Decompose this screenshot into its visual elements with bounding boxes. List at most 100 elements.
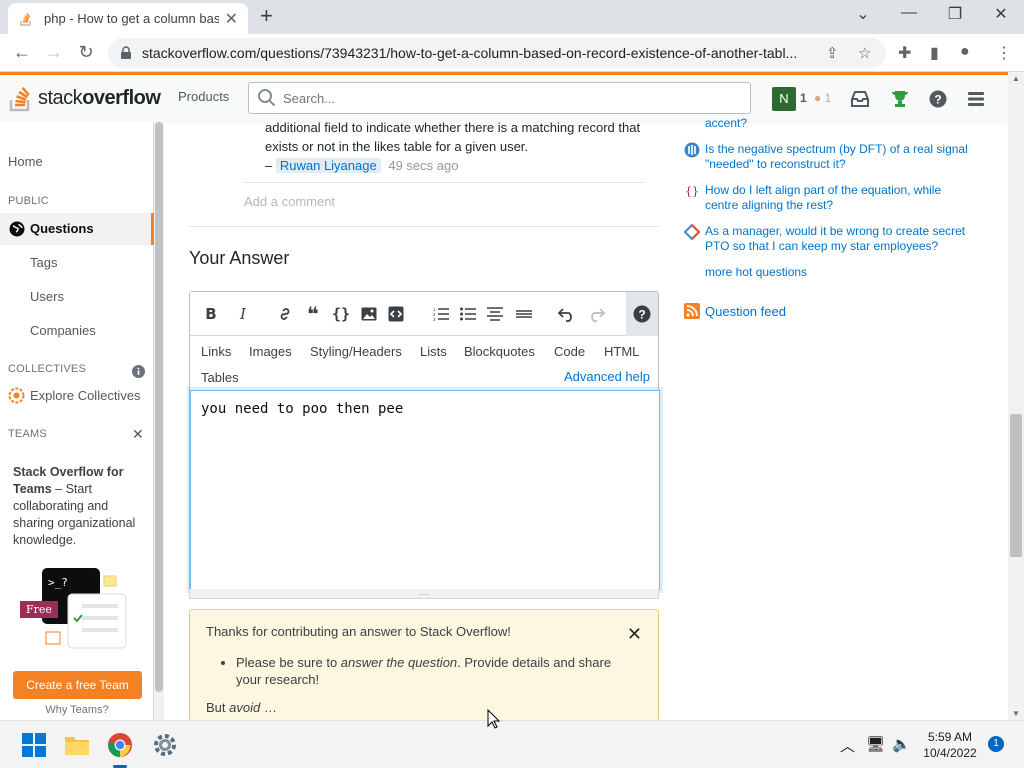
- browser-tab[interactable]: php - How to get a column base ✕: [8, 3, 248, 34]
- editor-toolbar: B I ❝ {} 123 ?: [190, 292, 658, 336]
- restore-icon[interactable]: ❐: [940, 4, 970, 24]
- page-scrollbar[interactable]: ▲ ▼: [1008, 72, 1024, 720]
- add-comment-link[interactable]: Add a comment: [244, 194, 335, 209]
- comment-user-link[interactable]: Ruwan Liyanage: [275, 158, 381, 173]
- question-mark-icon: ?: [633, 305, 651, 323]
- comment-timestamp[interactable]: 49 secs ago: [388, 158, 458, 173]
- nav-section-collectives: COLLECTIVES: [8, 363, 87, 375]
- tab-search-icon[interactable]: ⌄: [848, 4, 878, 24]
- user-avatar[interactable]: N: [772, 87, 796, 111]
- achievements-trophy-icon[interactable]: [888, 87, 912, 111]
- explore-collectives-label: Explore Collectives: [30, 388, 141, 403]
- extensions-puzzle-icon[interactable]: ✚: [898, 43, 911, 63]
- rss-icon: [684, 303, 700, 319]
- help-icon[interactable]: ?: [926, 87, 950, 111]
- hot-question-item[interactable]: {} How do I left align part of the equat…: [684, 183, 974, 213]
- reload-icon[interactable]: ↻: [74, 42, 98, 62]
- dismiss-teams-icon[interactable]: ✕: [132, 426, 144, 443]
- nav-questions[interactable]: Questions: [0, 213, 154, 245]
- window-close-icon[interactable]: ✕: [986, 4, 1016, 24]
- file-explorer-icon[interactable]: [63, 731, 91, 759]
- hot-question-item[interactable]: Is the negative spectrum (by DFT) of a r…: [684, 142, 974, 172]
- scroll-up-arrow-icon[interactable]: ▲: [1008, 74, 1024, 83]
- side-panel-icon[interactable]: ▮: [930, 43, 939, 63]
- nav-tags[interactable]: Tags: [30, 255, 57, 270]
- create-free-team-button[interactable]: Create a free Team: [13, 671, 142, 699]
- minimize-icon[interactable]: —: [894, 4, 924, 22]
- hot-question-link[interactable]: Is the negative spectrum (by DFT) of a r…: [705, 142, 974, 172]
- bulleted-list-icon[interactable]: [457, 304, 479, 324]
- page-scroll-thumb[interactable]: [1010, 414, 1022, 557]
- nav-section-teams: TEAMS: [8, 428, 47, 440]
- bold-icon[interactable]: B: [200, 304, 222, 324]
- help-tab-styling[interactable]: Styling/Headers: [310, 344, 402, 359]
- scroll-down-arrow-icon[interactable]: ▼: [1008, 709, 1024, 718]
- profile-icon[interactable]: ●: [960, 43, 970, 61]
- search-input[interactable]: [283, 90, 750, 106]
- question-feed-link[interactable]: Question feed: [684, 303, 786, 319]
- settings-gear-icon[interactable]: [151, 731, 179, 759]
- windows-start-icon[interactable]: [20, 731, 48, 759]
- help-tab-images[interactable]: Images: [249, 344, 292, 359]
- notice-close-icon[interactable]: ✕: [627, 624, 642, 645]
- tab-close-icon[interactable]: ✕: [225, 9, 238, 29]
- horizontal-rule-icon[interactable]: [513, 304, 535, 324]
- new-tab-button[interactable]: +: [260, 5, 273, 27]
- numbered-list-icon[interactable]: 123: [430, 304, 452, 324]
- notification-badge[interactable]: 1: [988, 736, 1004, 752]
- question-comment: additional field to indicate whether the…: [265, 118, 645, 175]
- image-icon[interactable]: [358, 304, 380, 324]
- network-icon[interactable]: 🖥: [866, 735, 885, 753]
- notice-list: Please be sure to answer the question. P…: [236, 654, 616, 688]
- tray-overflow-chevron-icon[interactable]: ︿: [840, 735, 855, 756]
- products-link[interactable]: Products: [178, 89, 229, 104]
- nav-explore-collectives[interactable]: Explore Collectives: [8, 387, 141, 404]
- snippet-icon[interactable]: [385, 304, 407, 324]
- help-tab-code[interactable]: Code: [554, 344, 585, 359]
- system-clock[interactable]: 5:59 AM 10/4/2022: [920, 729, 980, 761]
- blockquote-icon[interactable]: ❝: [302, 304, 324, 326]
- nav-users[interactable]: Users: [30, 289, 64, 304]
- editor-help-button[interactable]: ?: [626, 292, 658, 336]
- help-tab-lists[interactable]: Lists: [420, 344, 447, 359]
- address-bar[interactable]: stackoverflow.com/questions/73943231/how…: [108, 38, 886, 68]
- hot-question-link[interactable]: As a manager, would it be wrong to creat…: [705, 224, 974, 254]
- bookmark-star-icon[interactable]: ☆: [858, 44, 871, 62]
- link-icon[interactable]: [274, 304, 296, 324]
- hot-question-link[interactable]: How do I left align part of the equation…: [705, 183, 974, 213]
- italic-icon[interactable]: I: [232, 304, 254, 324]
- browser-menu-icon[interactable]: ⋮: [996, 43, 1012, 63]
- help-tab-html[interactable]: HTML: [604, 344, 639, 359]
- comment-divider: [244, 182, 644, 183]
- search-box[interactable]: [248, 82, 751, 114]
- left-scroll-thumb[interactable]: [155, 122, 163, 692]
- left-sidebar-scrollbar[interactable]: [154, 122, 164, 720]
- chrome-icon[interactable]: [106, 731, 134, 759]
- undo-icon[interactable]: [556, 304, 578, 324]
- clock-date: 10/4/2022: [923, 746, 977, 760]
- why-teams-link[interactable]: Why Teams?: [0, 704, 154, 716]
- volume-icon[interactable]: 🔈: [892, 735, 911, 753]
- help-tab-blockquotes[interactable]: Blockquotes: [464, 344, 535, 359]
- help-tab-links[interactable]: Links: [201, 344, 231, 359]
- nav-companies[interactable]: Companies: [30, 323, 96, 338]
- inbox-icon[interactable]: [848, 87, 872, 111]
- code-icon[interactable]: {}: [330, 304, 352, 324]
- so-logo[interactable]: stackoverflow: [8, 83, 161, 113]
- hot-question-partial[interactable]: accent?: [705, 116, 747, 130]
- redo-icon[interactable]: [585, 304, 607, 324]
- editor-resize-grip[interactable]: .....: [189, 589, 659, 599]
- help-tab-tables[interactable]: Tables: [201, 370, 239, 385]
- heading-icon[interactable]: [484, 304, 506, 324]
- hot-question-item[interactable]: As a manager, would it be wrong to creat…: [684, 224, 974, 254]
- back-icon[interactable]: ←: [10, 42, 34, 62]
- info-icon[interactable]: [132, 365, 145, 378]
- advanced-help-link[interactable]: Advanced help: [564, 369, 650, 384]
- share-icon[interactable]: ⇪: [826, 44, 839, 62]
- forward-icon[interactable]: →: [42, 42, 66, 62]
- answer-body-textarea[interactable]: you need to poo then pee: [190, 390, 660, 590]
- site-switcher-icon[interactable]: [964, 87, 988, 111]
- nav-home[interactable]: Home: [8, 154, 43, 169]
- svg-text:?: ?: [934, 93, 941, 107]
- more-hot-questions-link[interactable]: more hot questions: [705, 265, 807, 279]
